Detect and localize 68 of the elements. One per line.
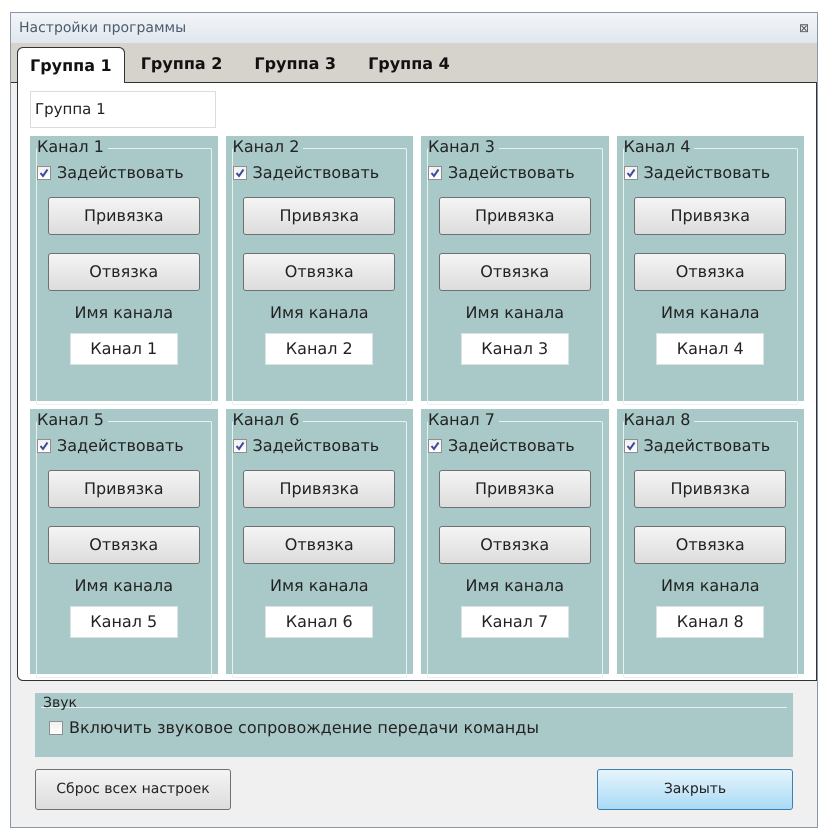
bind-button[interactable]: Привязка <box>634 197 786 235</box>
tab[interactable]: Группа 3 <box>238 46 352 82</box>
checkbox-label: Включить звуковое сопровождение передачи команды <box>69 717 539 739</box>
channel-name-field[interactable]: Канал 3 <box>460 333 569 365</box>
checkbox-label: Задействовать <box>57 162 184 184</box>
checkbox-label: Задействовать <box>448 162 575 184</box>
checkmark-icon <box>626 168 636 178</box>
channel-name-label: Имя канала <box>465 575 564 597</box>
checkmark-icon <box>234 168 244 178</box>
channel-name-field[interactable]: Канал 7 <box>460 606 569 638</box>
tab[interactable]: Группа 1 <box>17 47 125 83</box>
checkbox-label: Задействовать <box>448 435 575 457</box>
checkbox[interactable] <box>37 439 51 453</box>
channel-name-label: Имя канала <box>270 302 368 324</box>
bind-button[interactable]: Привязка <box>48 197 200 235</box>
tab[interactable]: Группа 4 <box>352 46 466 82</box>
checkmark-icon <box>39 168 49 178</box>
reset-button[interactable]: Сброс всех настроек <box>35 769 231 810</box>
checkbox-label: Задействовать <box>644 435 770 457</box>
window-title: Настройки программы <box>19 18 186 38</box>
channel-name-label: Имя канала <box>660 302 760 324</box>
bind-button[interactable]: Привязка <box>243 470 396 508</box>
close-button[interactable]: ⊠ <box>798 22 809 34</box>
checkmark-icon <box>626 441 636 451</box>
channel-name-field[interactable]: Канал 5 <box>70 606 178 638</box>
checkbox[interactable] <box>624 439 638 453</box>
unbind-button[interactable]: Отвязка <box>634 253 786 291</box>
checkmark-icon <box>39 441 49 451</box>
checkbox-label: Задействовать <box>252 162 380 184</box>
checkmark-icon <box>430 441 440 451</box>
unbind-button[interactable]: Отвязка <box>634 526 786 564</box>
unbind-button[interactable]: Отвязка <box>48 253 200 291</box>
bind-button[interactable]: Привязка <box>438 470 591 508</box>
checkbox[interactable] <box>428 166 442 180</box>
checkbox[interactable] <box>428 439 442 453</box>
group-name-field[interactable]: Группа 1 <box>30 91 216 128</box>
checkbox[interactable] <box>232 439 246 453</box>
channel-name-label: Имя канала <box>74 575 173 597</box>
checkbox-label: Задействовать <box>252 435 380 457</box>
checkbox-label: Задействовать <box>57 435 184 457</box>
bind-button[interactable]: Привязка <box>438 197 591 235</box>
channel-name-field[interactable]: Канал 1 <box>70 333 178 365</box>
channel-name-label: Имя канала <box>74 302 173 324</box>
checkbox[interactable] <box>624 166 638 180</box>
bind-button[interactable]: Привязка <box>243 197 396 235</box>
bind-button[interactable]: Привязка <box>48 470 200 508</box>
unbind-button[interactable]: Отвязка <box>48 526 200 564</box>
checkbox-label: Задействовать <box>644 162 770 184</box>
channel-name-field[interactable]: Канал 6 <box>265 606 374 638</box>
channel-name-field[interactable]: Канал 8 <box>656 606 764 638</box>
close-dialog-button[interactable]: Закрыть <box>597 769 793 810</box>
unbind-button[interactable]: Отвязка <box>438 526 591 564</box>
channel-name-label: Имя канала <box>270 575 368 597</box>
channel-name-label: Имя канала <box>660 575 760 597</box>
unbind-button[interactable]: Отвязка <box>243 526 396 564</box>
sound-title: Звук <box>43 694 77 713</box>
unbind-button[interactable]: Отвязка <box>438 253 591 291</box>
channel-name-label: Имя канала <box>465 302 564 324</box>
checkbox[interactable] <box>37 166 51 180</box>
channel-name-field[interactable]: Канал 2 <box>265 333 374 365</box>
channel-name-field[interactable]: Канал 4 <box>656 333 764 365</box>
checkbox[interactable] <box>49 721 63 735</box>
unbind-button[interactable]: Отвязка <box>243 253 396 291</box>
checkbox[interactable] <box>232 166 246 180</box>
tab[interactable]: Группа 2 <box>124 46 238 82</box>
checkmark-icon <box>430 168 440 178</box>
checkmark-icon <box>234 441 244 451</box>
bind-button[interactable]: Привязка <box>634 470 786 508</box>
